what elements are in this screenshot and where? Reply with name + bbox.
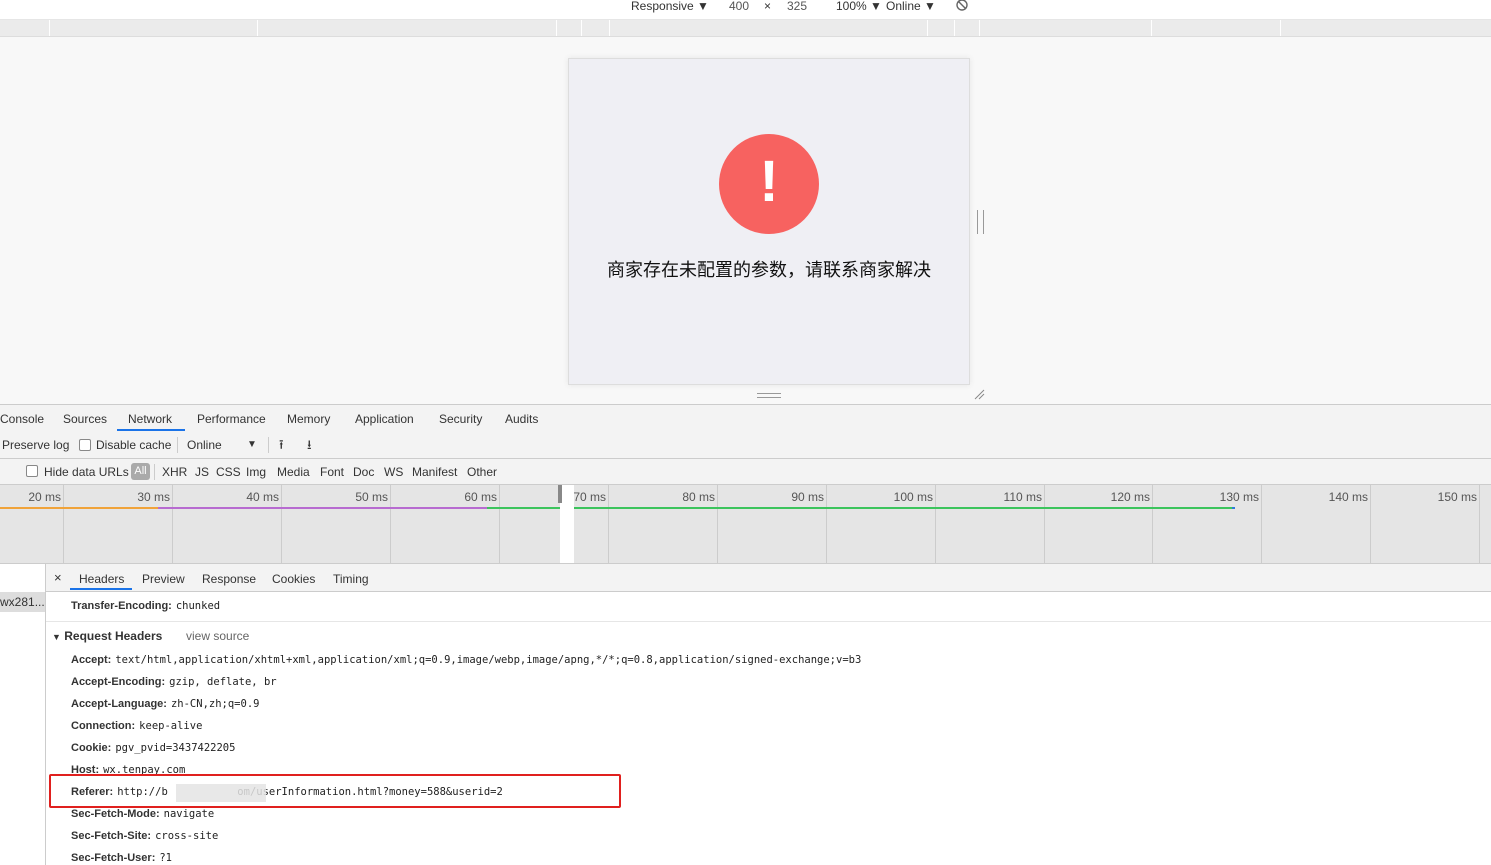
header-row: Accept-Encoding: gzip, deflate, br <box>71 676 277 688</box>
timing-bar-waiting <box>0 507 158 509</box>
tab-preview[interactable]: Preview <box>142 572 185 586</box>
devtools-tabbar: Console Sources Network Performance Memo… <box>0 404 1491 433</box>
tab-cookies[interactable]: Cookies <box>272 572 315 586</box>
header-row: Connection: keep-alive <box>71 720 203 732</box>
tab-console[interactable]: Console <box>0 412 44 426</box>
highlight-annotation <box>49 774 621 808</box>
overview-tick: 80 ms <box>682 490 715 504</box>
filter-ws[interactable]: WS <box>384 465 403 479</box>
disable-cache-checkbox[interactable] <box>79 439 91 451</box>
tab-performance[interactable]: Performance <box>197 412 266 426</box>
filter-all[interactable]: All <box>131 463 150 480</box>
header-row: Transfer-Encoding: chunked <box>71 600 221 612</box>
filter-doc[interactable]: Doc <box>353 465 374 479</box>
disable-cache-label[interactable]: Disable cache <box>96 438 171 452</box>
device-toolbar: Responsive ▼ 400 × 325 100% ▼ Online ▼ <box>0 0 1491 20</box>
overview-tick: 140 ms <box>1328 490 1368 504</box>
throttle-select[interactable]: Online <box>187 438 222 452</box>
close-icon[interactable]: × <box>54 570 62 585</box>
tab-memory[interactable]: Memory <box>287 412 330 426</box>
viewport-height-input[interactable]: 325 <box>777 0 817 13</box>
filter-media[interactable]: Media <box>277 465 310 479</box>
request-list: wx281... <box>0 564 46 865</box>
caret-down-icon: ▼ <box>52 632 61 642</box>
import-har-icon[interactable]: ⭱ <box>279 436 284 458</box>
filter-font[interactable]: Font <box>320 465 344 479</box>
tab-application[interactable]: Application <box>355 412 414 426</box>
overview-tick: 50 ms <box>355 490 388 504</box>
tab-timing[interactable]: Timing <box>333 572 369 586</box>
header-row: Sec-Fetch-Mode: navigate <box>71 808 215 820</box>
header-row: Sec-Fetch-Site: cross-site <box>71 830 219 842</box>
tab-sources[interactable]: Sources <box>63 412 107 426</box>
header-row: Accept-Language: zh-CN,zh;q=0.9 <box>71 698 260 710</box>
view-source-link[interactable]: view source <box>186 629 249 643</box>
hide-data-urls-label[interactable]: Hide data URLs <box>44 465 129 479</box>
timing-bar-connect <box>158 507 487 509</box>
filter-js[interactable]: JS <box>195 465 209 479</box>
chevron-down-icon[interactable]: ▼ <box>247 439 257 450</box>
header-row: Accept: text/html,application/xhtml+xml,a… <box>71 654 862 666</box>
overview-tick: 40 ms <box>246 490 279 504</box>
resize-corner-icon[interactable] <box>973 388 985 403</box>
hide-data-urls-checkbox[interactable] <box>26 465 38 477</box>
overview-drag-handle[interactable] <box>558 485 562 503</box>
dimension-times: × <box>764 0 772 13</box>
error-message: 商家存在未配置的参数，请联系商家解决 <box>607 260 931 280</box>
filter-manifest[interactable]: Manifest <box>412 465 457 479</box>
overview-tick: 70 ms <box>573 490 606 504</box>
overview-tick: 110 ms <box>1003 490 1042 504</box>
tab-network[interactable]: Network <box>128 412 172 426</box>
overview-tick: 130 ms <box>1219 490 1259 504</box>
header-row: Cookie: pgv_pvid=3437422205 <box>71 742 236 754</box>
filter-xhr[interactable]: XHR <box>162 465 187 479</box>
viewport-width-input[interactable]: 400 <box>719 0 759 13</box>
media-query-ruler[interactable] <box>0 20 1491 37</box>
filter-css[interactable]: CSS <box>216 465 241 479</box>
overview-tick: 90 ms <box>791 490 824 504</box>
overview-tick: 60 ms <box>464 490 497 504</box>
headers-panel: Transfer-Encoding: chunked ▼ Request Head… <box>46 592 1491 865</box>
selected-request-row[interactable]: wx281... <box>0 592 45 612</box>
overview-tick: 150 ms <box>1437 490 1477 504</box>
request-detail-tabbar: × Headers Preview Response Cookies Timin… <box>46 564 1491 592</box>
network-overview[interactable]: 20 ms 30 ms 40 ms 50 ms 60 ms 70 ms 80 m… <box>0 485 1491 564</box>
filter-img[interactable]: Img <box>246 465 266 479</box>
timing-bar-download <box>487 507 1232 509</box>
network-throttle-select[interactable]: Online ▼ <box>886 0 936 13</box>
resize-handle-bottom[interactable] <box>757 393 781 398</box>
timing-bar-end <box>1232 507 1235 509</box>
export-har-icon[interactable]: ⭳ <box>307 436 312 458</box>
overview-tick: 100 ms <box>893 490 933 504</box>
network-filter-bar: Hide data URLs All XHR JS CSS Img Media … <box>0 459 1491 485</box>
resize-handle-right[interactable] <box>977 210 984 234</box>
filter-other[interactable]: Other <box>467 465 497 479</box>
overview-tick: 30 ms <box>137 490 170 504</box>
network-toolbar: Preserve log Disable cache Online ▼ ⭱ ⭳ <box>0 432 1491 459</box>
overview-tick: 120 ms <box>1110 490 1150 504</box>
preserve-log-label[interactable]: Preserve log <box>2 438 69 452</box>
section-divider <box>46 621 1491 622</box>
active-tab-indicator <box>117 429 185 431</box>
tab-headers[interactable]: Headers <box>79 572 124 586</box>
tab-response[interactable]: Response <box>202 572 256 586</box>
header-row: Sec-Fetch-User: ?1 <box>71 852 173 864</box>
tab-security[interactable]: Security <box>439 412 482 426</box>
rotate-icon[interactable] <box>955 0 969 15</box>
request-headers-toggle[interactable]: ▼ Request Headers <box>52 629 162 643</box>
zoom-select[interactable]: 100% ▼ <box>836 0 882 13</box>
error-icon: ! <box>719 134 819 234</box>
device-mode-select[interactable]: Responsive ▼ <box>631 0 709 13</box>
section-title: Request Headers <box>64 629 163 643</box>
overview-tick: 20 ms <box>28 490 61 504</box>
overview-selection-window[interactable] <box>560 485 574 563</box>
active-detail-tab-indicator <box>70 588 132 590</box>
device-viewport: ! 商家存在未配置的参数，请联系商家解决 <box>568 58 970 385</box>
tab-audits[interactable]: Audits <box>505 412 538 426</box>
